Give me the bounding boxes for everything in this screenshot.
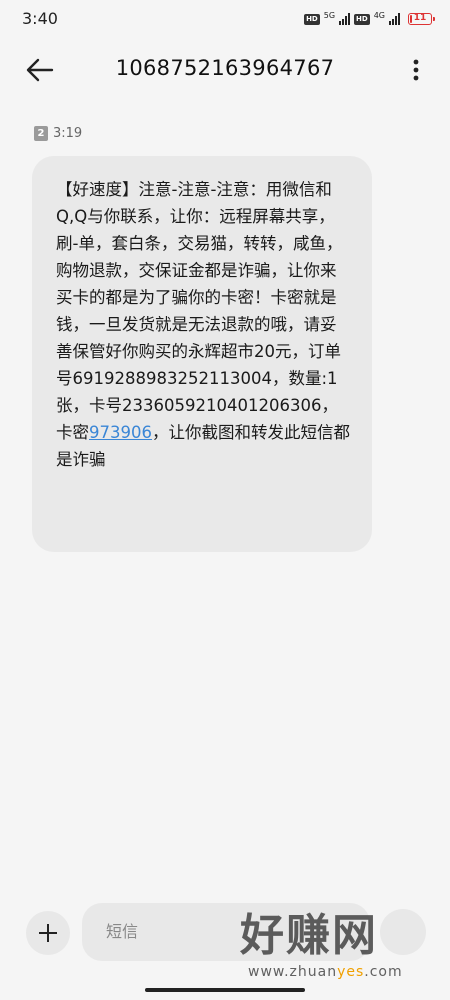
more-options-button[interactable] <box>406 54 426 86</box>
message-meta: 2 3:19 <box>34 126 82 141</box>
message-text: 【好速度】注意-注意-注意：用微信和Q,Q与你联系，让你：远程屏幕共享，刷-单，… <box>56 176 350 473</box>
status-time: 3:40 <box>22 9 58 28</box>
status-bar: 3:40 HD 5G HD 4G 11 <box>0 0 450 38</box>
send-button[interactable] <box>380 909 426 955</box>
battery-percent: 11 <box>413 13 427 23</box>
status-indicators: HD 5G HD 4G 11 <box>304 10 435 28</box>
verification-code-link[interactable]: 973906 <box>89 423 152 442</box>
network-type-1: 5G <box>323 10 336 20</box>
sim-card-icon: 2 <box>34 126 48 141</box>
hd-badge-1: HD <box>304 13 320 25</box>
network-type-2: 4G <box>373 10 385 20</box>
conversation-header: 1068752163964767 <box>0 38 450 102</box>
more-vertical-icon <box>413 59 419 81</box>
back-button[interactable] <box>22 52 58 88</box>
back-arrow-icon <box>26 58 54 82</box>
home-indicator <box>145 988 305 992</box>
message-input[interactable]: 短信 <box>82 903 370 961</box>
message-time: 3:19 <box>53 126 83 141</box>
message-text-part-1: 【好速度】注意-注意-注意：用微信和Q,Q与你联系，让你：远程屏幕共享，刷-单，… <box>56 180 343 442</box>
message-input-placeholder: 短信 <box>106 922 139 941</box>
add-attachment-button[interactable] <box>26 911 70 955</box>
battery-icon: 11 <box>408 13 435 25</box>
message-bubble[interactable]: 【好速度】注意-注意-注意：用微信和Q,Q与你联系，让你：远程屏幕共享，刷-单，… <box>32 156 372 552</box>
hd-badge-2: HD <box>354 13 370 25</box>
sender-number: 1068752163964767 <box>115 56 335 80</box>
watermark-url: www.zhuanyes.com <box>248 964 403 980</box>
signal-strength-icon <box>339 13 351 25</box>
signal-strength-icon-2 <box>389 13 400 25</box>
